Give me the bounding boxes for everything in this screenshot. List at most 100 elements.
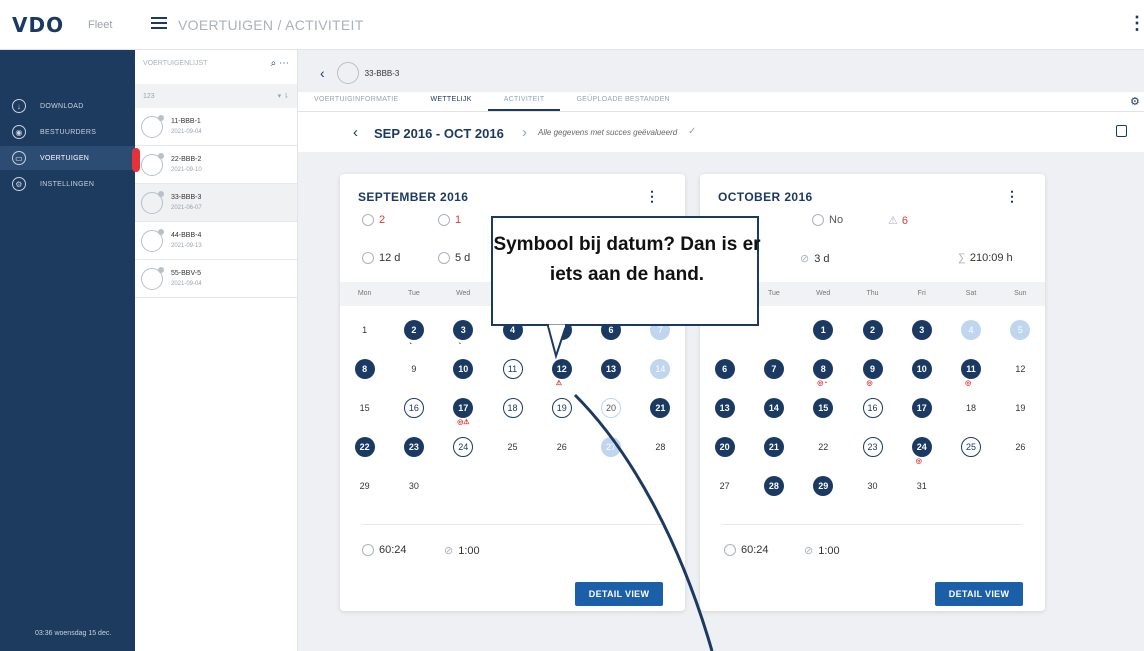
calendar-day[interactable]: 21 [650,398,671,418]
tab-vehicle-info[interactable]: VOERTUIGINFORMATIE [298,92,414,111]
calendar-day[interactable]: 22 [813,437,833,457]
calendar-day[interactable]: 14 [763,398,784,418]
calendar-day[interactable]: 27 [601,437,622,457]
calendar-day[interactable]: 2 [862,320,883,340]
calendar-day[interactable]: 4 [961,320,982,340]
calendar-day[interactable]: 21 [763,437,784,457]
card-menu-icon[interactable]: ⋮ [1005,188,1019,205]
vehicle-plate: 22-BBB-2 [171,155,202,163]
calendar-day[interactable]: 1 [355,320,375,340]
calendar-day[interactable]: 2 ◔ [403,320,424,348]
card-menu-icon[interactable]: ⋮ [645,188,659,205]
calendar-day[interactable]: 22 [354,437,375,457]
calendar-day[interactable]: 15 [355,398,375,418]
back-icon[interactable]: ‹ [320,65,325,81]
calendar-day[interactable]: 1 [813,320,834,340]
list-item[interactable]: 22-BBB-2 2021-09-10 [135,146,297,184]
calendar-day[interactable]: 20 [714,437,735,457]
sidebar-item-download[interactable]: ↓ DOWNLOAD [0,96,135,116]
calendar-day[interactable]: 17 ◎⚠ [453,398,474,426]
sort-icon[interactable]: ▾ ⇂ [278,92,289,100]
calendar-day[interactable]: 29 [355,476,375,496]
calendar-day[interactable]: 28 [763,476,784,496]
breadcrumb: VOERTUIGEN / ACTIVITEIT [178,17,364,33]
vehicle-avatar-icon [141,228,164,252]
calendar-day[interactable]: 14 [650,359,671,379]
calendar-day[interactable]: 7 [763,359,784,379]
calendar-day[interactable]: 31 [912,476,932,496]
vehicle-search-input[interactable]: 123 ▾ ⇂ [135,84,297,108]
tab-activity[interactable]: ACTIVITEIT [487,92,561,111]
calendar-day[interactable]: 30 [404,476,424,496]
calendar-day[interactable]: 20 [601,398,622,418]
calendar-day[interactable]: 23 [862,437,883,457]
calendar-day[interactable]: 15 [813,398,834,418]
calendar-day[interactable]: 16 [403,398,424,418]
collapse-handle[interactable] [132,148,140,172]
sidebar-item-vehicles[interactable]: ▭ VOERTUIGEN [0,146,135,170]
calendar-day[interactable]: 23 [403,437,424,457]
vehicle-list-header: VOERTUIGENLIJST ⌕ ⋯ [135,50,297,76]
calendar-day[interactable]: 17 [911,398,932,418]
detail-view-button[interactable]: DETAIL VIEW [575,582,663,606]
calendar-day[interactable]: 18 [961,398,981,418]
callout-text: Symbool bij datum? Dan is er iets aan de… [493,234,761,285]
calendar-add-icon[interactable] [1116,125,1127,137]
calendar-day[interactable]: 8 ◎◔ [813,359,834,387]
calendar-day[interactable]: 13 [714,398,735,418]
logo-subtitle: Fleet [88,19,113,31]
calendar-day[interactable]: 3 [911,320,932,340]
list-item-selected[interactable]: 33-BBB-3 2021-06-07 [135,184,297,222]
calendar-day[interactable]: 8 [354,359,375,379]
calendar-day[interactable]: 25 [503,437,523,457]
rest-icon: ⊘ [800,253,810,265]
calendar-day[interactable]: 11 [502,359,523,379]
calendar-day[interactable]: 12 [1010,359,1030,379]
alert-marker-icon: ◔ [407,341,413,348]
vehicle-list-panel: VOERTUIGENLIJST ⌕ ⋯ 123 ▾ ⇂ 11-BBB-1 2021… [135,50,298,651]
calendar-day[interactable]: 13 [601,359,622,379]
calendar-day[interactable]: 29 [813,476,834,496]
calendar-day[interactable]: 10 [453,359,474,379]
calendar-day[interactable]: 18 [502,398,523,418]
calendar-day[interactable]: 10 [911,359,932,379]
hamburger-menu-icon[interactable] [151,17,167,29]
calendar-day[interactable]: 11 ◎ [961,359,982,387]
calendar-day[interactable]: 12 ⚠ [551,359,572,387]
gear-icon[interactable]: ⚙ [1130,95,1140,108]
tab-uploaded-files[interactable]: GEÜPLOADE BESTANDEN [560,92,685,111]
calendar-day[interactable]: 30 [863,476,883,496]
calendar-day[interactable]: 28 [650,437,670,457]
month-title: SEPTEMBER 2016 [358,190,469,204]
vehicle-header: ‹ 33-BBB-3 [320,62,399,84]
calendar-day[interactable]: 26 [1010,437,1030,457]
next-period-icon[interactable]: › [522,124,527,141]
calendar-day[interactable]: 16 [862,398,883,418]
calendar-day[interactable]: 3 ◔ [453,320,474,348]
calendar-day[interactable]: 5 [1010,320,1031,340]
card-alert-stat: 1 [438,214,461,226]
more-options-icon[interactable]: ⋮ [1128,14,1144,32]
calendar-day[interactable]: 27 [715,476,735,496]
sidebar-item-drivers[interactable]: ◉ BESTUURDERS [0,122,135,142]
previous-period-icon[interactable]: ‹ [353,124,358,141]
calendar-day[interactable]: 24 ◎ [911,437,932,465]
list-item[interactable]: 11-BBB-1 2021-09-04 [135,108,297,146]
calendar-day[interactable]: 26 [552,437,572,457]
clock-alert-icon [362,214,374,226]
search-icon[interactable]: ⌕ ⋯ [271,58,289,69]
calendar-day[interactable]: 6 [714,359,735,379]
sidebar-item-settings[interactable]: ⚙ INSTELLINGEN [0,174,135,194]
list-item[interactable]: 55-BBV-5 2021-09-04 [135,260,297,298]
calendar-day[interactable]: 19 [1010,398,1030,418]
calendar-day[interactable]: 9 ◎ [862,359,883,387]
tab-legal[interactable]: WETTELIJK [414,92,487,111]
calendar-day[interactable]: 25 [961,437,982,457]
calendar-day[interactable]: 19 [551,398,572,418]
list-item[interactable]: 44-BBB-4 2021-09-13 [135,222,297,260]
calendar-day[interactable]: 9 [404,359,424,379]
calendar-day[interactable]: 24 [453,437,474,457]
sidebar-item-label: VOERTUIGEN [40,154,90,162]
alert-marker-icon: ⚠ [555,380,563,387]
detail-view-button[interactable]: DETAIL VIEW [935,582,1023,606]
